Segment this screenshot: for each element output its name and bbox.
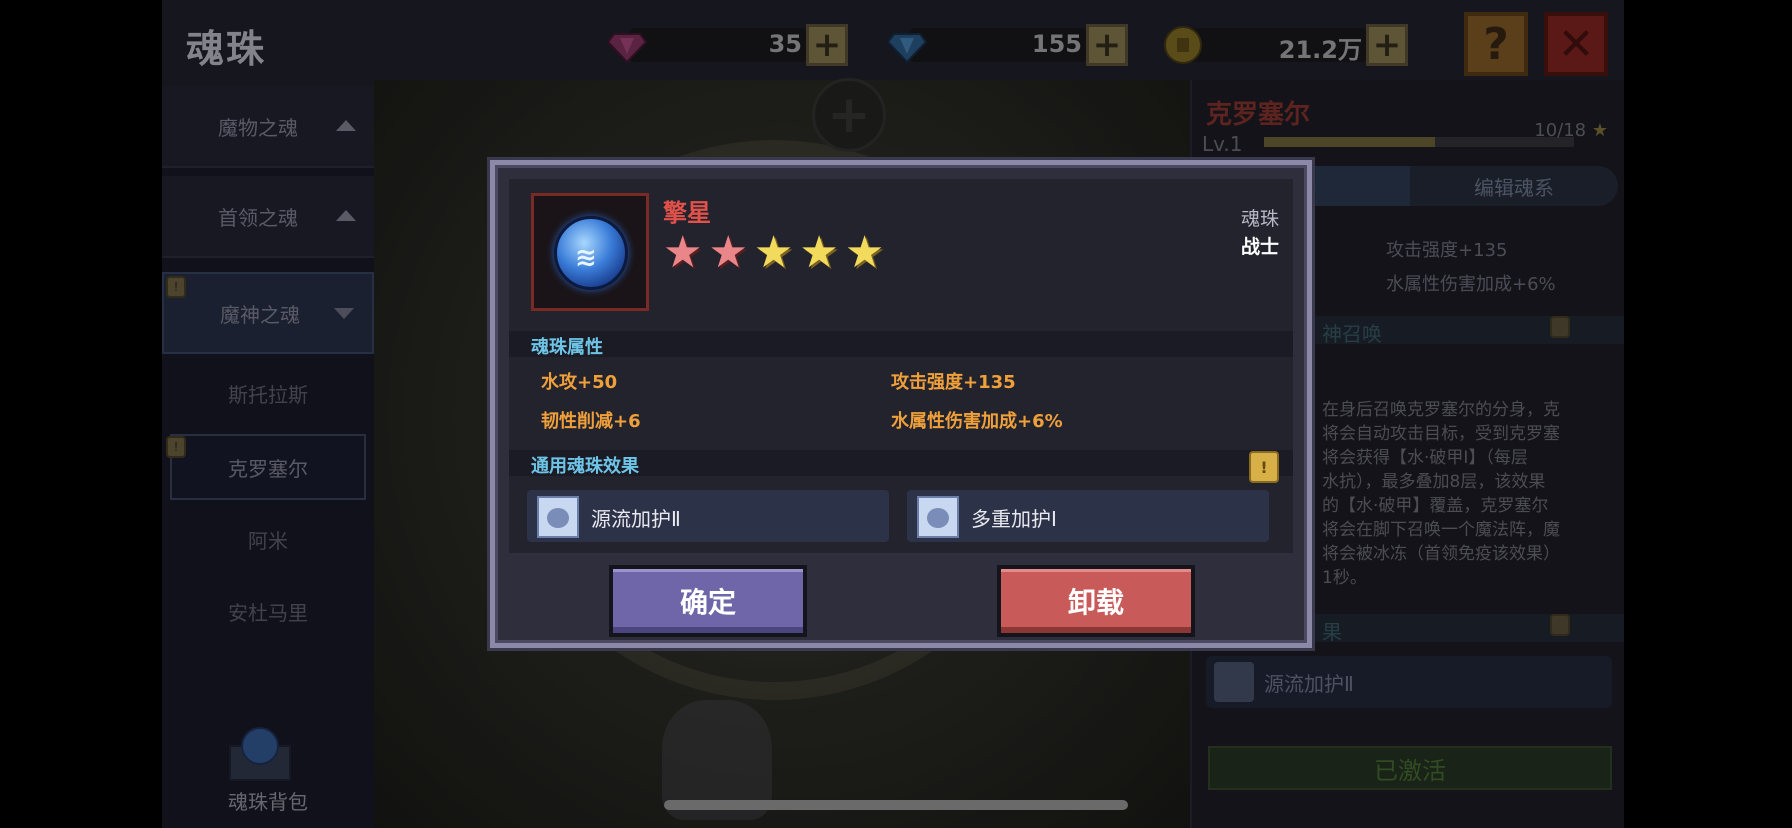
- soul-orb-icon: ≋: [554, 216, 628, 290]
- orb-name: 擎星: [663, 199, 711, 227]
- orb-glyph: ≋: [575, 243, 597, 273]
- effect-icon: [917, 496, 959, 538]
- star-icon: ★: [844, 227, 885, 278]
- star-icon: ★: [799, 227, 839, 278]
- attr-section-title: 魂珠属性: [531, 337, 603, 358]
- star-icon: ★: [753, 227, 794, 278]
- soul-orb-dialog: ≋ 擎星 ★ ★ ★ ★ ★ 魂珠 战士 魂珠属性 水攻+50 攻击强度+135 韧性削…: [490, 160, 1312, 648]
- orb-attribute: 韧性削减+6: [541, 411, 641, 432]
- effect-item[interactable]: 源流加护Ⅱ: [527, 490, 889, 542]
- screen: + 魂珠 35 + 155 + 21.2万 + ? ✕ 魔物之魂 首领之魂 魔神…: [0, 0, 1792, 828]
- orb-type: 魂珠 战士: [1241, 205, 1279, 261]
- star-icon: ★: [663, 227, 703, 278]
- unload-button[interactable]: 卸载: [997, 565, 1195, 637]
- orb-attribute: 水属性伤害加成+6%: [891, 411, 1063, 432]
- star-icon: ★: [708, 227, 748, 278]
- confirm-button[interactable]: 确定: [609, 565, 807, 637]
- orb-attribute: 攻击强度+135: [891, 372, 1016, 393]
- class-label: 战士: [1240, 236, 1279, 258]
- orb-attribute: 水攻+50: [541, 372, 618, 393]
- type-label: 魂珠: [1240, 208, 1279, 230]
- lock-icon[interactable]: !: [1249, 451, 1279, 483]
- orb-frame: ≋: [531, 193, 649, 311]
- effect-name: 多重加护Ⅰ: [971, 507, 1057, 531]
- home-indicator[interactable]: [664, 800, 1128, 810]
- effect-section-title: 通用魂珠效果: [531, 456, 639, 477]
- star-rating: ★ ★ ★ ★ ★: [663, 231, 884, 275]
- effect-icon: [537, 496, 579, 538]
- effect-name: 源流加护Ⅱ: [591, 507, 681, 531]
- effect-section-header: 通用魂珠效果 !: [509, 450, 1293, 483]
- effect-item[interactable]: 多重加护Ⅰ: [907, 490, 1269, 542]
- attr-section-header: 魂珠属性: [509, 331, 1293, 358]
